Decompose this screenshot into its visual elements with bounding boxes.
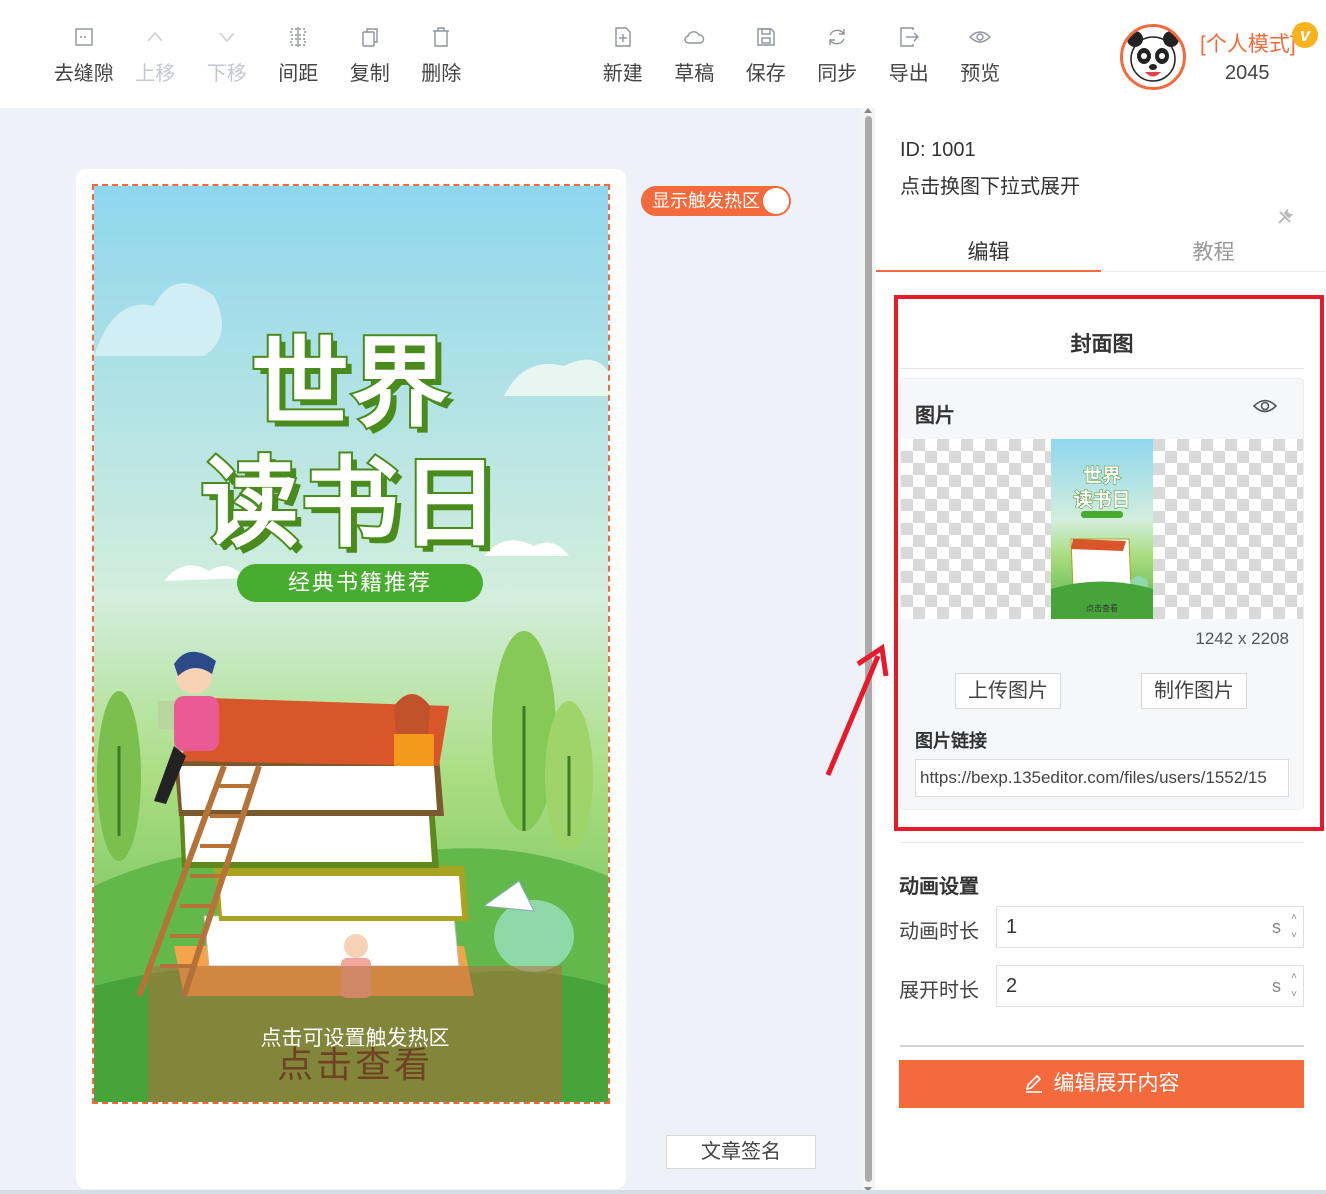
edit-expand-content-button[interactable]: 编辑展开内容 xyxy=(899,1060,1304,1108)
export-button[interactable]: 导出 xyxy=(873,26,945,86)
animation-settings-title: 动画设置 xyxy=(899,876,979,898)
signature-button[interactable]: 文章签名 xyxy=(666,1135,816,1169)
save-button[interactable]: 保存 xyxy=(730,26,802,86)
poster-title-line2: 读书日 xyxy=(199,445,501,563)
save-icon xyxy=(757,28,775,46)
panel-tabs: 编辑 教程 xyxy=(876,226,1326,272)
stepper-arrows-icon[interactable]: ˄ ˅ xyxy=(1287,968,1301,1004)
vip-badge: v xyxy=(1292,22,1318,48)
export-icon xyxy=(900,27,919,47)
delete-button[interactable]: 删除 xyxy=(406,26,478,86)
move-up-label: 上移 xyxy=(135,63,176,85)
animation-duration-label: 动画时长 xyxy=(899,921,979,943)
sync-icon xyxy=(829,29,845,45)
expand-unit: s xyxy=(1272,976,1281,996)
preview-button[interactable]: 预览 xyxy=(945,26,1017,86)
user-id: 2045 xyxy=(1225,62,1270,84)
scroll-up-arrow-icon[interactable] xyxy=(864,108,872,113)
toolbar: 去缝隙 上移 下移 间距 复制 删除 新建 草稿 保存 同步 导出 预览 [个人… xyxy=(0,0,1326,108)
gap-icon xyxy=(75,28,93,46)
tab-edit[interactable]: 编辑 xyxy=(876,236,1101,272)
cloud-icon xyxy=(684,31,705,44)
window-bottom-edge xyxy=(0,1190,1326,1194)
move-down-button[interactable]: 下移 xyxy=(191,26,263,86)
avatar[interactable] xyxy=(1120,24,1186,90)
animation-duration-input[interactable]: 1 s ˄ ˅ xyxy=(996,906,1304,948)
sync-label: 同步 xyxy=(817,63,858,85)
user-info[interactable]: [个人模式] v 2045 xyxy=(1120,22,1320,92)
copy-icon xyxy=(362,28,378,47)
trigger-hotzone[interactable]: 点击查看 点击可设置触发热区 xyxy=(148,966,562,1102)
save-label: 保存 xyxy=(745,63,786,85)
duration-unit: s xyxy=(1272,917,1281,937)
copy-label: 复制 xyxy=(349,63,390,85)
divider xyxy=(900,842,1304,843)
toggle-knob xyxy=(763,188,789,214)
new-label: 新建 xyxy=(602,63,643,85)
move-down-label: 下移 xyxy=(206,63,247,85)
eye-icon xyxy=(969,31,992,43)
toolbar-right-group: 新建 草稿 保存 同步 导出 预览 xyxy=(587,26,1016,86)
red-arrow-annotation xyxy=(825,643,889,776)
expand-duration-input[interactable]: 2 s ˄ ˅ xyxy=(996,965,1304,1007)
remove-gap-label: 去缝隙 xyxy=(53,63,114,85)
edit-expand-label: 编辑展开内容 xyxy=(1053,1072,1180,1095)
export-label: 导出 xyxy=(888,63,929,85)
animation-duration-value: 1 xyxy=(1006,916,1018,938)
canvas-area: 世界 读书日 经典书籍推荐 点击查看 点击可设置触发热区 xyxy=(0,108,862,1194)
poster-subtitle: 经典书籍推荐 xyxy=(237,564,483,602)
hotzone-label: 点击可设置触发热区 xyxy=(260,1027,450,1050)
sync-button[interactable]: 同步 xyxy=(802,26,874,86)
stepper-arrows-icon[interactable]: ˄ ˅ xyxy=(1287,909,1301,945)
spacing-button[interactable]: 间距 xyxy=(263,26,335,86)
expand-duration-label: 展开时长 xyxy=(899,980,979,1002)
trash-icon xyxy=(433,27,450,47)
spacing-icon xyxy=(290,27,306,47)
pencil-icon xyxy=(1025,1074,1042,1093)
tab-tutorial[interactable]: 教程 xyxy=(1101,236,1326,266)
delete-label: 删除 xyxy=(421,63,462,85)
panda-avatar-icon xyxy=(1127,31,1179,82)
highlight-box xyxy=(894,295,1324,831)
toolbar-left-group: 去缝隙 上移 下移 间距 复制 删除 xyxy=(48,26,477,86)
expand-duration-value: 2 xyxy=(1006,975,1018,997)
chevron-up-icon xyxy=(147,31,163,42)
component-description: 点击换图下拉式展开 xyxy=(900,176,1080,198)
draft-label: 草稿 xyxy=(674,63,715,85)
chevron-down-icon xyxy=(219,32,235,43)
phone-preview: 世界 读书日 经典书籍推荐 点击查看 点击可设置触发热区 xyxy=(76,169,626,1189)
preview-label: 预览 xyxy=(960,63,1001,85)
copy-button[interactable]: 复制 xyxy=(334,26,406,86)
component-id: ID: 1001 xyxy=(900,139,976,161)
show-hotzone-toggle[interactable]: 显示触发热区 xyxy=(641,186,791,216)
draft-button[interactable]: 草稿 xyxy=(659,26,731,86)
move-up-button[interactable]: 上移 xyxy=(120,26,192,86)
new-button[interactable]: 新建 xyxy=(587,26,659,86)
mode-label[interactable]: [个人模式] xyxy=(1200,28,1296,58)
poster[interactable]: 世界 读书日 经典书籍推荐 点击查看 点击可设置触发热区 xyxy=(92,184,610,1104)
new-file-icon xyxy=(615,27,631,47)
remove-gap-button[interactable]: 去缝隙 xyxy=(48,26,120,86)
show-hotzone-label: 显示触发热区 xyxy=(652,191,760,211)
divider xyxy=(900,1045,1304,1047)
spacing-label: 间距 xyxy=(278,63,319,85)
